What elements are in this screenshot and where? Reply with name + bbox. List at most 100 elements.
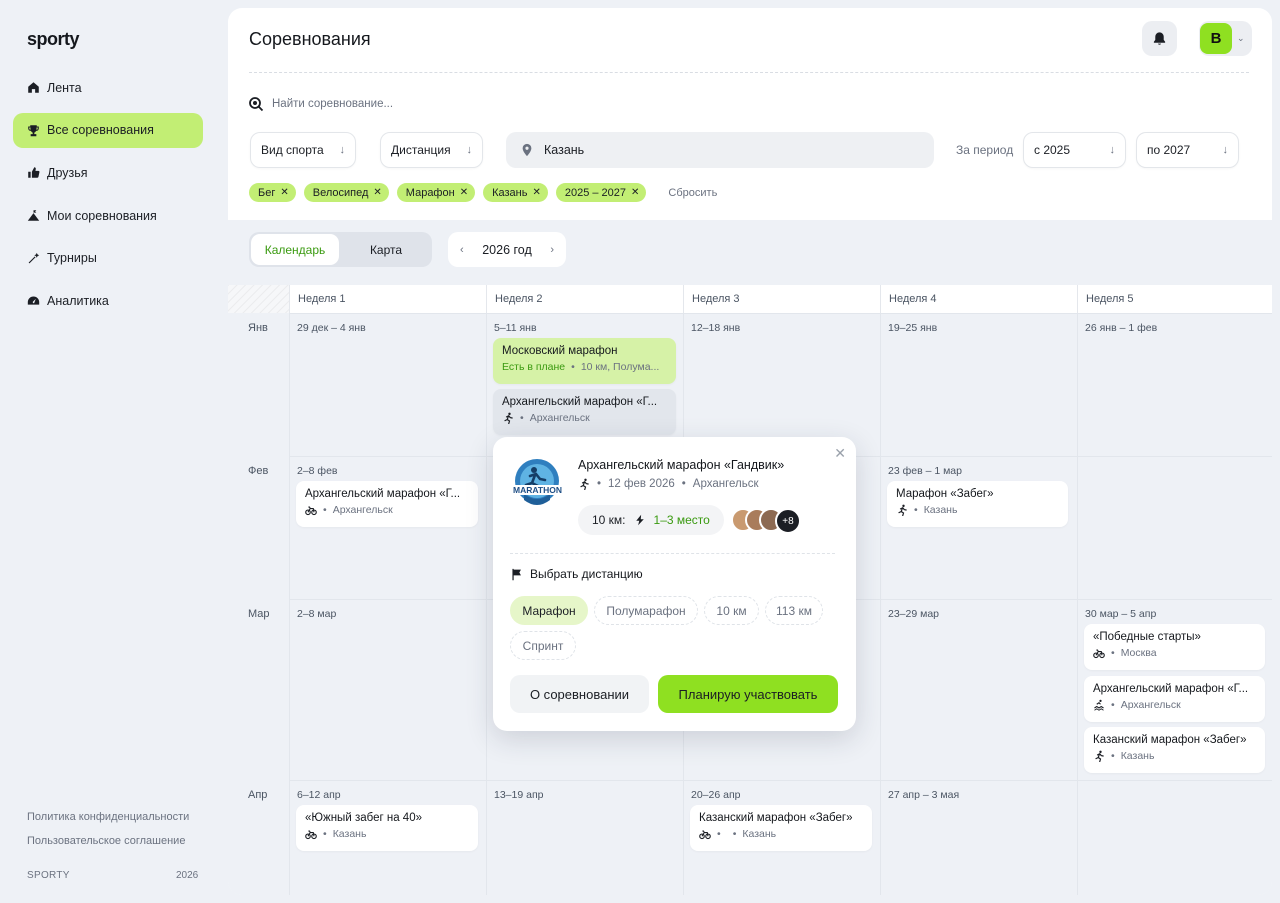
run-icon (898, 504, 907, 516)
calendar-cell[interactable]: 27 апр – 3 мая (880, 780, 1077, 895)
close-icon[interactable]: ✕ (631, 187, 639, 198)
arrow-down-icon: ↓ (466, 144, 473, 156)
distance-select[interactable]: Дистанция ↓ (380, 132, 483, 168)
week-header: Неделя 1 (289, 285, 486, 313)
cell-date: 6–12 апр (297, 789, 341, 801)
event-card[interactable]: Архангельский марафон «Г... • Архангельс… (1084, 676, 1265, 722)
distance-option-marathon[interactable]: Марафон (510, 596, 588, 625)
chevron-right-icon[interactable]: › (550, 244, 554, 256)
sidebar-item-analytics[interactable]: Аналитика (13, 283, 203, 318)
sport-select[interactable]: Вид спорта ↓ (250, 132, 356, 168)
tab-calendar[interactable]: Календарь (251, 234, 339, 265)
bike-icon (305, 830, 317, 840)
filter-chip[interactable]: Бег ✕ (249, 183, 296, 202)
event-city: Казань (742, 828, 777, 840)
calendar-cell[interactable]: 23–29 мар (880, 599, 1077, 780)
calendar-cell[interactable]: 19–25 янв (880, 313, 1077, 456)
sidebar-item-feed[interactable]: Лента (13, 70, 203, 105)
calendar-cell[interactable]: 29 дек – 4 янв (289, 313, 486, 456)
chevron-left-icon[interactable]: ‹ (460, 244, 464, 256)
view-toggle: Календарь Карта (249, 232, 432, 267)
avatar[interactable]: В (1200, 23, 1232, 54)
distance-option-sprint[interactable]: Спринт (510, 631, 576, 660)
calendar-cell[interactable]: 26 янв – 1 фев (1077, 313, 1272, 456)
event-title: Казанский марафон «Забег» (699, 812, 853, 824)
cell-date: 12–18 янв (691, 322, 741, 334)
distance-option-10k[interactable]: 10 км (704, 596, 759, 625)
month-label: Апр (248, 789, 268, 801)
close-icon[interactable]: ✕ (373, 187, 381, 198)
sidebar-item-tournaments[interactable]: Турниры (13, 241, 203, 276)
event-meta: • Архангельск (305, 504, 469, 516)
terms-link[interactable]: Пользовательское соглашение (27, 835, 185, 847)
tab-map[interactable]: Карта (345, 234, 427, 265)
event-city: Архангельск (1120, 699, 1181, 711)
event-card[interactable]: Казанский марафон «Забег» • Казань (1084, 727, 1265, 773)
app-logo[interactable]: sporty (27, 29, 80, 50)
event-card[interactable]: Архангельский марафон «Г... • Архангельс… (493, 389, 676, 435)
filter-chip[interactable]: Казань ✕ (483, 183, 548, 202)
event-city: Казань (923, 504, 958, 516)
distance-option-113k[interactable]: 113 км (765, 596, 823, 625)
search-icon (249, 97, 264, 112)
calendar-cell[interactable]: 2–8 мар (289, 599, 486, 780)
event-meta: Есть в плане • 10 км, Полума... (502, 361, 660, 373)
calendar-cell[interactable]: 23 фев – 1 мар (880, 456, 1077, 599)
close-icon[interactable]: ✕ (834, 445, 846, 462)
plan-participation-button[interactable]: Планирую участвовать (658, 675, 838, 713)
close-icon[interactable]: ✕ (280, 187, 288, 198)
run-icon (580, 478, 589, 490)
cell-date: 13–19 апр (494, 789, 544, 801)
privacy-link[interactable]: Политика конфиденциальности (27, 811, 189, 823)
month-label: Янв (248, 322, 268, 334)
event-title: Казанский марафон «Забег» (1093, 734, 1247, 746)
period-from-select[interactable]: с 2025 ↓ (1023, 132, 1126, 168)
city-field[interactable]: Казань (506, 132, 934, 168)
event-card[interactable]: Московский марафон Есть в плане • 10 км,… (493, 338, 676, 384)
event-meta: • Казань (896, 504, 1059, 516)
notifications-button[interactable] (1142, 21, 1177, 56)
calendar-cell[interactable]: 2–8 фев (289, 456, 486, 599)
mountain-flag-icon (26, 209, 40, 223)
close-icon[interactable]: ✕ (460, 187, 468, 198)
close-icon[interactable]: ✕ (532, 187, 540, 198)
event-card[interactable]: Казанский марафон «Забег» • • Казань (690, 805, 872, 851)
cell-date: 26 янв – 1 фев (1085, 322, 1158, 334)
run-icon (1095, 750, 1104, 762)
thumbs-up-icon (26, 166, 40, 180)
calendar-cell[interactable]: 13–19 апр (486, 780, 683, 895)
period-from-value: с 2025 (1034, 143, 1071, 157)
sidebar-item-friends[interactable]: Друзья (13, 155, 203, 190)
event-card[interactable]: Архангельский марафон «Г... • Архангельс… (296, 481, 478, 527)
calendar-cell[interactable]: 12–18 янв (683, 313, 880, 456)
event-city: Казань (332, 828, 367, 840)
event-card[interactable]: «Победные старты» • Москва (1084, 624, 1265, 670)
distance-option-half[interactable]: Полумарафон (594, 596, 698, 625)
filter-chip[interactable]: Велосипед ✕ (303, 183, 389, 202)
event-card[interactable]: Марафон «Забег» • Казань (887, 481, 1068, 527)
period-to-value: по 2027 (1147, 143, 1191, 157)
event-card[interactable]: «Южный забег на 40» • Казань (296, 805, 478, 851)
event-title: Марафон «Забег» (896, 488, 994, 500)
reset-filters-link[interactable]: Сбросить (668, 187, 717, 199)
filter-chip[interactable]: Марафон ✕ (396, 183, 476, 202)
popup-city: Архангельск (692, 478, 759, 490)
sidebar-item-my-competitions[interactable]: Мои соревнования (13, 198, 203, 233)
profile-menu[interactable]: В ⌄ (1199, 21, 1252, 56)
period-to-select[interactable]: по 2027 ↓ (1136, 132, 1239, 168)
month-label: Фев (248, 465, 269, 477)
search-input[interactable] (272, 94, 572, 114)
chip-label: Велосипед (312, 186, 369, 199)
event-city: Казань (1120, 750, 1155, 762)
result-place: 1–3 место (653, 513, 710, 527)
sidebar-item-all-competitions[interactable]: Все соревнования (13, 112, 203, 148)
sidebar-item-label: Мои соревнования (47, 208, 157, 223)
cell-date: 20–26 апр (691, 789, 741, 801)
event-status: Есть в плане (502, 361, 566, 373)
calendar-cell-disabled (1077, 780, 1272, 895)
about-competition-button[interactable]: О соревновании (510, 675, 649, 713)
popup-date: 12 фев 2026 (608, 478, 675, 490)
year-label: 2026 год (482, 242, 532, 257)
filter-chip[interactable]: 2025 – 2027 ✕ (555, 183, 647, 202)
gauge-icon (26, 294, 40, 308)
